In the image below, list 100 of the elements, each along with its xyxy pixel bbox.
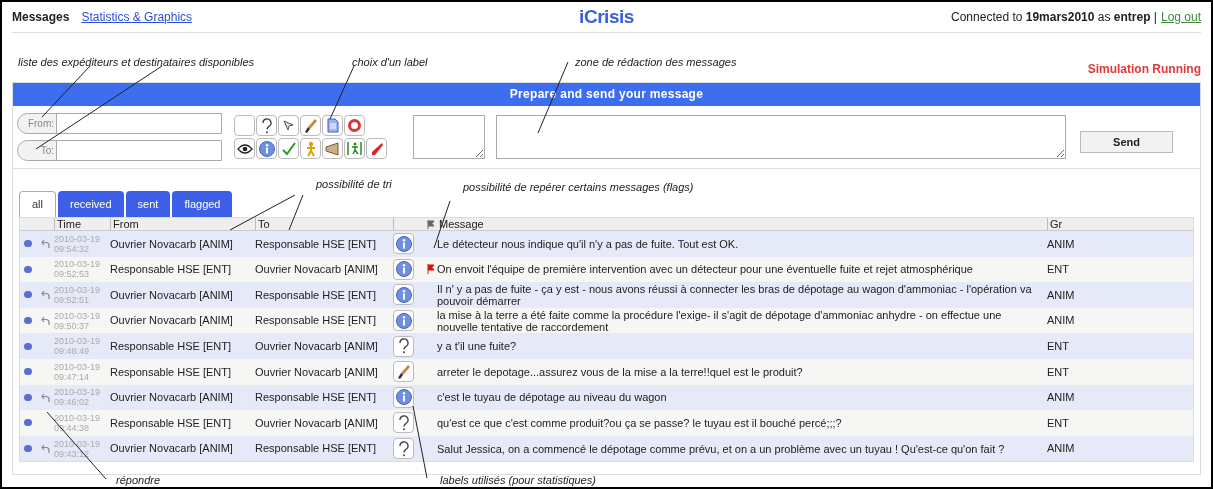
column-header[interactable]: To	[255, 218, 393, 230]
table-row[interactable]	[20, 282, 1193, 308]
flag-icon	[427, 219, 435, 229]
leader-line	[329, 65, 355, 120]
text-area[interactable]	[413, 115, 485, 159]
annotation: liste des expéditeurs et destinataires disponibles	[18, 55, 255, 70]
filter-tab[interactable]: received	[58, 191, 124, 217]
column-header[interactable]: Message	[437, 218, 1047, 230]
eye-icon	[236, 143, 253, 154]
reply-icon[interactable]	[40, 239, 50, 249]
message-cell-text: On envoit l'équipe de première intervention avec un détecteur pour une éventuelle fuite et rejet atmosphérique	[437, 263, 974, 276]
date-text: 2010-03-19	[54, 361, 102, 372]
filter-tab[interactable]: flagged	[172, 191, 233, 217]
document-label-button[interactable]	[322, 115, 343, 136]
question-label-button[interactable]	[256, 115, 277, 136]
check-label-button[interactable]	[278, 138, 299, 159]
recipient-cell-text: Responsable HSE [ENT]	[255, 313, 378, 329]
group-cell-text: ANIM	[1047, 390, 1076, 406]
message-cell-text: arreter le depotage...assurez vous de la mise a la terre!!quel est le produit?	[437, 365, 804, 378]
reply-icon[interactable]	[40, 444, 50, 454]
check-icon	[281, 141, 296, 156]
table-row[interactable]: 2010-03-19 09:46:02 Ouvrier Novacarb [ANIM] Responsable HSE [ENT] c'est le tuyau de dépotage au niveau du wagon ANIM	[20, 384, 1193, 411]
time-text: 09:52:53	[54, 269, 91, 280]
pointer-icon	[281, 118, 296, 133]
leader-line	[46, 411, 107, 480]
time-text: 09:50:37	[54, 320, 91, 331]
sender-cell-text: Ouvrier Novacarb [ANIM]	[110, 287, 234, 303]
message-cell-text: Le détecteur nous indique qu'il n'y a pas de fuite. Tout est OK.	[437, 237, 740, 250]
group-cell-text: ANIM	[1047, 287, 1076, 303]
table-row[interactable]	[20, 307, 1193, 334]
info-label-button[interactable]	[256, 138, 277, 159]
reply-icon[interactable]	[40, 392, 50, 402]
sender-cell-text: Responsable HSE [ENT]	[110, 364, 233, 380]
brush-icon	[303, 117, 318, 134]
group-cell-text: ANIM	[1047, 236, 1076, 252]
exit-label-button[interactable]	[344, 138, 365, 159]
table-row[interactable]: 2010-03-19 09:54:32 Ouvrier Novacarb [ANIM] Responsable HSE [ENT] Le détecteur nous indique qu'il n'y a pas de fuite. Tout est OK. ANIM	[20, 231, 1193, 257]
flag-icon[interactable]	[427, 264, 435, 275]
time-text: 09:47:14	[54, 371, 91, 382]
annotation: zone de rédaction des messages	[575, 55, 737, 70]
nav-link[interactable]: Messages	[12, 8, 70, 26]
reply-icon[interactable]	[40, 290, 50, 300]
annotation: possibilité de repérer certains messages (flags)	[463, 180, 694, 195]
compose-header: Prepare and send your message	[13, 83, 1200, 106]
pointer-label-button[interactable]	[278, 115, 299, 136]
filter-tab[interactable]: all	[19, 191, 56, 217]
group-cell-text: ENT	[1047, 338, 1070, 354]
group-cell-text: ENT	[1047, 262, 1070, 278]
column-header[interactable]: Gr	[1047, 218, 1193, 230]
brush-label-button[interactable]	[300, 115, 321, 136]
megaphone-label-button[interactable]	[322, 138, 343, 159]
date-text: 2010-03-19	[54, 412, 102, 423]
marker-label-button[interactable]	[366, 138, 387, 159]
message-input[interactable]	[496, 115, 1066, 159]
sender-cell-text: Ouvrier Novacarb [ANIM]	[110, 236, 234, 252]
reply-icon[interactable]	[40, 316, 50, 326]
recipient-cell-text: Responsable HSE [ENT]	[255, 390, 378, 406]
sender-cell-text: Responsable HSE [ENT]	[110, 415, 233, 431]
lifebuoy-label-button[interactable]	[344, 115, 365, 136]
info-icon	[258, 140, 275, 157]
recipient-cell-text: Ouvrier Novacarb [ANIM]	[255, 338, 379, 354]
nav-link[interactable]: Statistics & Graphics	[81, 8, 193, 26]
recipient-cell-text: Ouvrier Novacarb [ANIM]	[255, 262, 379, 278]
message-cell-text: y a t'il une fuite?	[437, 340, 518, 353]
status-text: Simulation Running	[1087, 61, 1201, 78]
date-text: 2010-03-19	[54, 336, 102, 347]
table-row[interactable]: 2010-03-19 09:48:49 Responsable HSE [ENT] Ouvrier Novacarb [ANIM] y a t'il une fuite? ENT	[20, 333, 1193, 359]
sender-cell-text: Ouvrier Novacarb [ANIM]	[110, 390, 234, 406]
annotation: labels utilisés (pour statistiques)	[440, 473, 596, 487]
column-header[interactable]: Time	[54, 218, 110, 230]
time-text: 09:46:02	[54, 397, 91, 408]
annotation: choix d'un label	[352, 55, 428, 70]
sender-cell-text: Ouvrier Novacarb [ANIM]	[110, 441, 234, 457]
sender-cell-text: Responsable HSE [ENT]	[110, 338, 233, 354]
filter-tab[interactable]: sent	[125, 191, 171, 217]
group-cell-text: ANIM	[1047, 441, 1076, 457]
group-cell-text: ANIM	[1047, 313, 1076, 329]
eye-label-button[interactable]	[234, 138, 255, 159]
table-row[interactable]: 2010-03-19 09:52:53 Responsable HSE [ENT] Ouvrier Novacarb [ANIM] On envoit l'équipe de première intervention avec un détecteur pour une éventuelle fuite et rejet atmosphérique ENT	[20, 256, 1193, 283]
recipient-cell-text: Ouvrier Novacarb [ANIM]	[255, 415, 379, 431]
date-text: 2010-03-19	[54, 387, 102, 398]
date-text: 2010-03-19	[54, 310, 102, 321]
column-header[interactable]: From	[110, 218, 255, 230]
time-text: 09:52:51	[54, 295, 91, 305]
send-button[interactable]: Send	[1080, 131, 1173, 153]
logout-link[interactable]: Log out	[1160, 8, 1201, 26]
date-text: 2010-03-19	[54, 259, 102, 270]
message-cell-text: c'est le tuyau de dépotage au niveau du wagon	[437, 391, 668, 404]
megaphone-icon	[325, 141, 340, 156]
message-cell-text: Salut Jessica, on a commencé le dépotage comme prévu, et on a un problème avec un tuyau ! Qu'est-ce qu'on fait ?	[437, 442, 1006, 455]
annotation: répondre	[116, 473, 161, 487]
table-row[interactable]: 2010-03-19 09:47:14 Responsable HSE [ENT] Ouvrier Novacarb [ANIM] arreter le depotage...assurez vous de la mise a la terre!!quel est le produit? ENT	[20, 358, 1193, 385]
lifebuoy-icon	[347, 118, 362, 133]
connection-info: Connected to 19mars2010 as entrep |	[951, 9, 1157, 26]
sender-cell-text: Ouvrier Novacarb [ANIM]	[110, 313, 234, 329]
app-title: iCrisis	[579, 5, 634, 27]
exit-icon	[347, 141, 362, 156]
date-text: 2010-03-19	[54, 285, 102, 295]
group-cell-text: ENT	[1047, 364, 1070, 380]
document-icon	[326, 118, 339, 133]
